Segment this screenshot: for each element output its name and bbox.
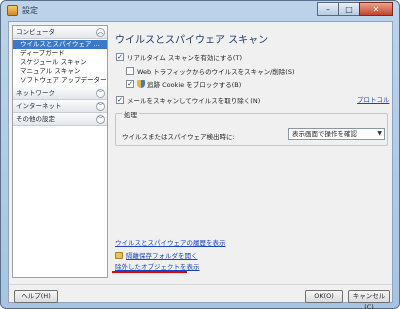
dialog-client-area: コンピュータ ︿ ウイルスとスパイウェア ... ディープガード スケジュール … [8,21,393,309]
settings-window: 設定 – □ ✕ コンピュータ ︿ ウイルスとスパイウェア ... ディープガー… [0,0,400,309]
sidebar-section-label: コンピュータ [16,28,55,36]
sidebar-section-label: ネットワーク [16,89,55,97]
window-controls: – □ ✕ [317,2,393,16]
sidebar-item-manual-scan[interactable]: マニュアル スキャン [13,67,107,76]
sidebar-section-label: インターネット [16,102,62,110]
close-button[interactable]: ✕ [359,2,393,16]
folder-icon [115,251,123,259]
option-label: リアルタイム スキャンを有効にする(T) [127,54,242,62]
page-title: ウイルスとスパイウェア スキャン [115,35,269,46]
dropdown-arrow-icon: ▼ [377,130,382,137]
web-traffic-option[interactable]: Web トラフィックからのウイルスをスキャン/削除(S) [126,66,295,76]
sidebar-section-network[interactable]: ネットワーク ﹀ [13,87,107,100]
mail-scan-option[interactable]: ✓ メールをスキャンしてウイルスを取り除く(N) [116,95,260,105]
ok-button[interactable]: OK(O) [305,290,343,303]
detection-action-select[interactable]: 表示画面で操作を確認 ▼ [288,128,385,140]
chevron-down-icon[interactable]: ﹀ [96,115,105,124]
highlight-underline [112,271,187,273]
excluded-objects-link[interactable]: 除外したオブジェクトを表示 [115,261,200,271]
realtime-scan-checkbox[interactable]: ✓ [116,53,124,61]
history-link[interactable]: ウイルスとスパイウェアの履歴を表示 [115,237,226,247]
minimize-button[interactable]: – [317,2,339,16]
sidebar-item-virus-spyware[interactable]: ウイルスとスパイウェア ... [13,40,107,49]
realtime-scan-option[interactable]: ✓ リアルタイム スキャンを有効にする(T) [116,52,242,62]
help-button[interactable]: ヘルプ(H) [14,290,58,303]
settings-sidebar: コンピュータ ︿ ウイルスとスパイウェア ... ディープガード スケジュール … [12,25,108,278]
chevron-down-icon[interactable]: ﹀ [96,89,105,98]
close-icon: ✕ [372,4,380,14]
option-label: メールをスキャンしてウイルスを取り除く(N) [127,97,261,105]
option-label: 追跡 Cookie をブロックする(B) [147,81,242,89]
sidebar-section-label: その他の設定 [16,115,55,123]
excluded-objects-link-text[interactable]: 除外したオブジェクトを表示 [115,261,200,271]
option-label: Web トラフィックからのウイルスをスキャン/削除(S) [137,68,295,76]
cancel-button[interactable]: キャンセル(C) [348,290,390,309]
web-traffic-checkbox[interactable] [126,67,134,75]
quarantine-link-text[interactable]: 隔離保存フォルダを開く [126,250,198,260]
tracking-cookie-checkbox[interactable]: ✓ [126,80,134,88]
minimize-icon: – [326,4,330,14]
sidebar-item-scheduled-scan[interactable]: スケジュール スキャン [13,58,107,67]
window-title: 設定 [22,6,38,15]
chevron-up-icon[interactable]: ︿ [96,28,105,37]
app-icon [7,5,18,16]
settings-main-panel: ウイルスとスパイウェア スキャン ✓ リアルタイム スキャンを有効にする(T) … [112,25,390,278]
quarantine-link[interactable]: 隔離保存フォルダを開く [115,250,198,260]
detection-action-label: ウイルスまたはスパイウェア検出時に: [122,133,235,141]
history-link-text[interactable]: ウイルスとスパイウェアの履歴を表示 [115,237,226,247]
protocol-link[interactable]: プロトコル [357,94,390,104]
mail-scan-checkbox[interactable]: ✓ [116,96,124,104]
footer-divider [9,284,392,285]
sidebar-item-deepguard[interactable]: ディープガード [13,49,107,58]
sidebar-section-other[interactable]: その他の設定 ﹀ [13,113,107,126]
chevron-down-icon[interactable]: ﹀ [96,102,105,111]
maximize-icon: □ [345,4,353,14]
processing-group: 処理 ウイルスまたはスパイウェア検出時に: 表示画面で操作を確認 ▼ [115,109,388,146]
title-bar[interactable]: 設定 – □ ✕ [1,1,399,21]
sidebar-computer-items: ウイルスとスパイウェア ... ディープガード スケジュール スキャン マニュア… [13,39,107,87]
select-value: 表示画面で操作を確認 [292,130,357,138]
processing-group-label: 処理 [122,109,139,119]
sidebar-section-internet[interactable]: インターネット ﹀ [13,100,107,113]
shield-icon [137,80,145,88]
maximize-button[interactable]: □ [338,2,360,16]
sidebar-section-computer[interactable]: コンピュータ ︿ [13,26,107,39]
tracking-cookie-option[interactable]: ✓ 追跡 Cookie をブロックする(B) [126,79,241,89]
sidebar-item-software-updater[interactable]: ソフトウェア アップデーター [13,76,107,85]
